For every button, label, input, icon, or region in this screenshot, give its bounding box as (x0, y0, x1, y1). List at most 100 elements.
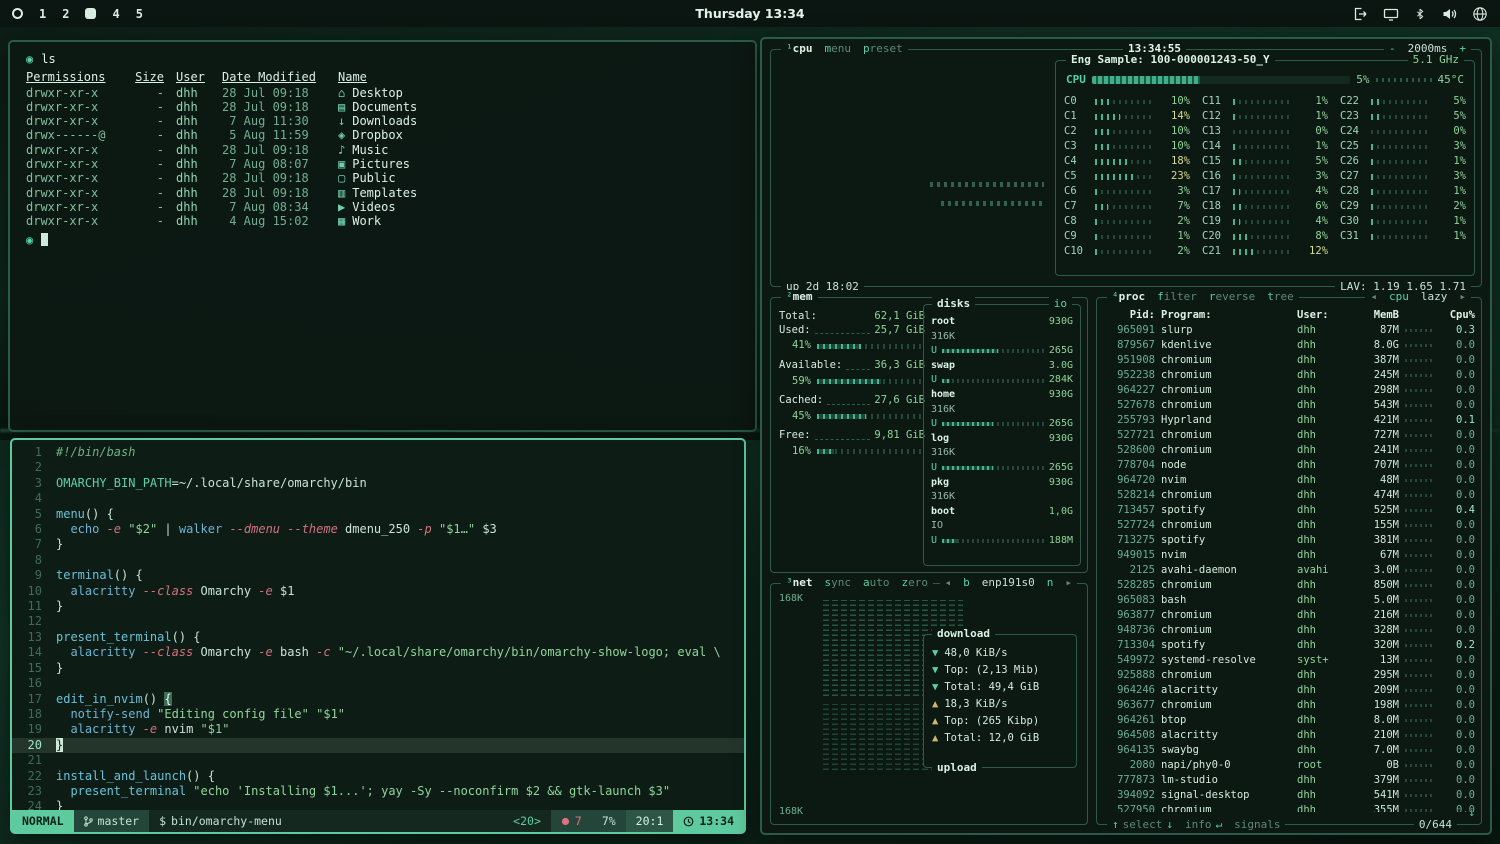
file-date: 4 Aug 15:02 (222, 214, 326, 228)
process-row[interactable]: 964227chromiumdhh298M0.0 (1103, 383, 1475, 398)
code-line[interactable]: 12 (12, 614, 744, 629)
code-line[interactable]: 16 (12, 676, 744, 691)
code-line[interactable]: 5menu() { (12, 507, 744, 522)
workspace-4[interactable]: 4 (112, 7, 119, 21)
code-line[interactable]: 2 (12, 460, 744, 475)
code-line[interactable]: 3OMARCHY_BIN_PATH=~/.local/share/omarchy… (12, 476, 744, 491)
process-row[interactable]: 963677chromiumdhh198M0.0 (1103, 698, 1475, 713)
process-row[interactable]: 963877chromiumdhh216M0.0 (1103, 608, 1475, 623)
process-name: kdenlive (1161, 338, 1291, 353)
select-label[interactable]: select (1123, 818, 1163, 832)
volume-icon[interactable] (1441, 6, 1457, 22)
proc-filter-button[interactable]: filter (1157, 290, 1197, 304)
process-row[interactable]: 255793Hyprlanddhh421M0.1 (1103, 413, 1475, 428)
select-up-icon[interactable]: ↑ (1112, 818, 1119, 832)
process-row[interactable]: 965091slurpdhh87M0.3 (1103, 323, 1475, 338)
sort-next-icon[interactable]: ▸ (1459, 290, 1466, 304)
proc-tree-button[interactable]: tree (1267, 290, 1294, 304)
prompt-input-line[interactable]: ◉ (26, 233, 739, 247)
logout-icon[interactable] (1352, 6, 1368, 22)
code-line[interactable]: 13present_terminal() { (12, 630, 744, 645)
workspace-1[interactable]: 1 (39, 7, 46, 21)
signals-button[interactable]: signals (1234, 818, 1280, 832)
proc-reverse-button[interactable]: reverse (1209, 290, 1255, 304)
code-line[interactable]: 4 (12, 491, 744, 506)
process-row[interactable]: 527724chromiumdhh155M0.0 (1103, 518, 1475, 533)
btop-left-column: ²mem Total:62,1 GiBUsed:25,7 GiB41%Avail… (770, 297, 1088, 825)
process-row[interactable]: 964135swaybgdhh7.0M0.0 (1103, 743, 1475, 758)
process-row[interactable]: 713275spotifydhh381M0.0 (1103, 533, 1475, 548)
proc-header-memb[interactable]: MemB (1349, 308, 1399, 323)
process-row[interactable]: 527721chromiumdhh727M0.0 (1103, 428, 1475, 443)
process-row[interactable]: 394092signal-desktopdhh541M0.0 (1103, 788, 1475, 803)
info-button[interactable]: info (1185, 818, 1212, 832)
proc-header-program[interactable]: Program: (1161, 308, 1291, 323)
proc-header-user[interactable]: User: (1297, 308, 1343, 323)
process-row[interactable]: 777873lm-studiodhh379M0.0 (1103, 773, 1475, 788)
code-line[interactable]: 15} (12, 661, 744, 676)
proc-scroll-down-icon[interactable]: ↓ (1468, 806, 1475, 820)
code-line[interactable]: 14 alacritty --class Omarchy -e bash -c … (12, 645, 744, 660)
net-prev-icon[interactable]: ◂ (945, 576, 952, 590)
net-zero-button[interactable]: zero (902, 576, 929, 590)
process-row[interactable]: 778704nodedhh707M0.0 (1103, 458, 1475, 473)
workspace-active-ring-icon[interactable] (12, 8, 23, 19)
process-row[interactable]: 713457spotifydhh525M0.4 (1103, 503, 1475, 518)
code-line[interactable]: 9terminal() { (12, 568, 744, 583)
code-line[interactable]: 18 notify-send "Editing config file" "$1… (12, 707, 744, 722)
select-down-icon[interactable]: ↓ (1166, 818, 1173, 832)
proc-sort-switcher[interactable]: ◂ cpu lazy ▸ (1365, 290, 1471, 304)
code-line[interactable]: 19 alacritty -e nvim "$1" (12, 722, 744, 737)
globe-icon[interactable] (1472, 6, 1488, 22)
process-row[interactable]: 964261btopdhh8.0M0.0 (1103, 713, 1475, 728)
net-auto-button[interactable]: auto (863, 576, 890, 590)
code-line[interactable]: 22install_and_launch() { (12, 769, 744, 784)
process-row[interactable]: 964508alacrittydhh210M0.0 (1103, 728, 1475, 743)
code-line[interactable]: 7} (12, 537, 744, 552)
process-row[interactable]: 2080napi/phy0-0root0B0.0 (1103, 758, 1475, 773)
process-row[interactable]: 549972systemd-resolvesyst+13M0.0 (1103, 653, 1475, 668)
proc-header-cpu[interactable]: Cpu% (1441, 308, 1475, 323)
process-row[interactable]: 951908chromiumdhh387M0.0 (1103, 353, 1475, 368)
process-row[interactable]: 713304spotifydhh320M0.2 (1103, 638, 1475, 653)
process-row[interactable]: 952238chromiumdhh245M0.0 (1103, 368, 1475, 383)
process-cpu: 0.0 (1441, 443, 1475, 458)
process-row[interactable]: 528214chromiumdhh474M0.0 (1103, 488, 1475, 503)
code-line[interactable]: 24} (12, 799, 744, 810)
code-line[interactable]: 11} (12, 599, 744, 614)
process-row[interactable]: 925888chromiumdhh295M0.0 (1103, 668, 1475, 683)
sort-prev-icon[interactable]: ◂ (1370, 290, 1377, 304)
cpu-total-percent: 5% (1356, 73, 1369, 87)
code-line[interactable]: 8 (12, 553, 744, 568)
net-sync-button[interactable]: sync (825, 576, 852, 590)
code-lines[interactable]: 1#!/bin/bash23OMARCHY_BIN_PATH=~/.local/… (12, 440, 744, 810)
process-row[interactable]: 964720nvimdhh48M0.0 (1103, 473, 1475, 488)
code-line[interactable]: 23 present_terminal "echo 'Installing $1… (12, 784, 744, 799)
workspace-5[interactable]: 5 (136, 7, 143, 21)
proc-header-pid[interactable]: Pid: (1103, 308, 1155, 323)
code-line[interactable]: 10 alacritty --class Omarchy -e $1 (12, 584, 744, 599)
process-row[interactable]: 964246alacrittydhh209M0.0 (1103, 683, 1475, 698)
process-row[interactable]: 527950chromiumdhh355M0.0 (1103, 803, 1475, 812)
bluetooth-icon[interactable] (1414, 6, 1426, 22)
process-row[interactable]: 527678chromiumdhh543M0.0 (1103, 398, 1475, 413)
net-next-icon[interactable]: ▸ (1065, 576, 1072, 590)
process-row[interactable]: 949015nvimdhh67M0.0 (1103, 548, 1475, 563)
net-interface-switcher[interactable]: ◂ b enp191s0 n ▸ (940, 576, 1077, 590)
process-row[interactable]: 879567kdenlivedhh8.0G0.0 (1103, 338, 1475, 353)
workspace-2[interactable]: 2 (62, 7, 69, 21)
process-row[interactable]: 528600chromiumdhh241M0.0 (1103, 443, 1475, 458)
code-line[interactable]: 6 echo -e "$2" | walker --dmenu --theme … (12, 522, 744, 537)
code-line[interactable]: 17edit_in_nvim() { (12, 692, 744, 707)
process-row[interactable]: 948736chromiumdhh328M0.0 (1103, 623, 1475, 638)
code-line[interactable]: 20} (12, 738, 744, 753)
display-icon[interactable] (1383, 6, 1399, 22)
process-row[interactable]: 2125avahi-daemonavahi3.0M0.0 (1103, 563, 1475, 578)
code-line[interactable]: 1#!/bin/bash (12, 445, 744, 460)
interval-decrease-button[interactable]: - (1389, 42, 1396, 56)
process-row[interactable]: 965083bashdhh5.0M0.0 (1103, 593, 1475, 608)
code-line[interactable]: 21 (12, 753, 744, 768)
process-row[interactable]: 528285chromiumdhh850M0.0 (1103, 578, 1475, 593)
workspace-occupied-icon[interactable] (85, 8, 96, 19)
io-toggle[interactable]: io (1049, 297, 1072, 311)
